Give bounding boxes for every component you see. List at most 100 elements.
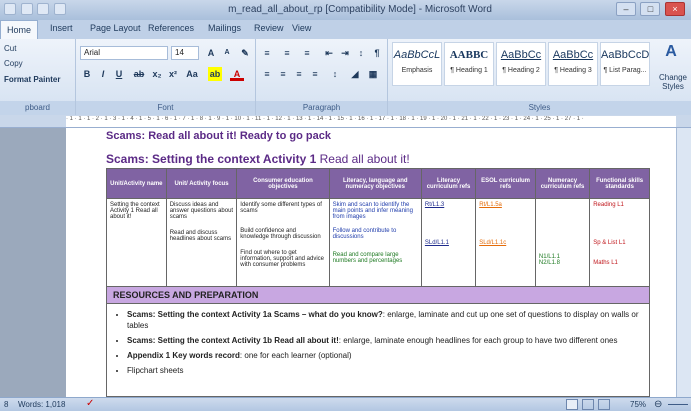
maximize-button[interactable]: □ [640, 2, 661, 16]
tab-view[interactable]: View [292, 23, 311, 33]
underline-icon[interactable]: U [112, 67, 126, 81]
minimize-button[interactable]: – [615, 2, 636, 16]
style-name: ¶ Heading 2 [502, 67, 540, 74]
tab-references[interactable]: References [148, 23, 194, 33]
horizontal-ruler[interactable]: · 1 · 1 · 1 · 2 · 1 · 3 · 1 · 4 · 1 · 5 … [0, 115, 691, 128]
sort-icon[interactable]: ↕ [354, 46, 368, 60]
proofing-icon[interactable]: ✓ [86, 398, 94, 409]
superscript-icon[interactable]: x² [166, 67, 180, 81]
table-header: Unit/ Activity focus [165, 168, 238, 199]
decrease-indent-icon[interactable]: ⇤ [322, 46, 336, 60]
bold-icon[interactable]: B [80, 67, 94, 81]
tab-review[interactable]: Review [254, 23, 284, 33]
style-heading-3[interactable]: AaBbCc ¶ Heading 3 [548, 42, 598, 86]
numbering-icon[interactable]: ≡ [280, 46, 294, 60]
list-item: Appendix 1 Key words record: one for eac… [127, 350, 643, 361]
table-header: Consumer education objectives [236, 168, 330, 199]
window-controls: – □ × [614, 2, 685, 18]
tab-insert[interactable]: Insert [50, 23, 73, 33]
align-center-icon[interactable]: ≡ [276, 67, 290, 81]
style-preview: AaBbCc [552, 49, 594, 61]
literacy-ref[interactable]: Rt/L1.3 [425, 202, 472, 208]
zoom-level[interactable]: 75% [630, 400, 646, 409]
full-screen-icon[interactable] [582, 399, 594, 410]
title-bar: m_read_all_about_rp [Compatibility Mode]… [0, 0, 691, 20]
justify-icon[interactable]: ≡ [308, 67, 322, 81]
subscript-icon[interactable]: x₂ [150, 67, 164, 81]
align-left-icon[interactable]: ≡ [260, 67, 274, 81]
list-item: Flipchart sheets [127, 365, 643, 376]
document-page[interactable]: Scams: Read all about it! Ready to go pa… [66, 128, 676, 397]
copy-button[interactable]: Copy [4, 59, 23, 68]
pilcrow-icon[interactable]: ¶ [370, 46, 384, 60]
tab-home[interactable]: Home [0, 20, 39, 39]
font-size-box[interactable]: 14 [171, 46, 199, 60]
esol-ref[interactable]: SLd/L1.1c [479, 240, 532, 246]
esol-ref[interactable]: Rt/L1.5a [479, 202, 532, 208]
font-color-icon[interactable]: A [230, 67, 244, 81]
borders-icon[interactable]: ▦ [366, 67, 380, 81]
strikethrough-icon[interactable]: ab [132, 67, 146, 81]
consumer-objective: Build confidence and knowledge through d… [240, 228, 321, 240]
style-preview: AaBbCcD [601, 49, 650, 61]
word-count[interactable]: Words: 1,018 [18, 400, 65, 409]
table-cell-esol: Rt/L1.5a SLd/L1.1c [475, 198, 536, 297]
table-cell-lln: Skim and scan to identify the main point… [328, 198, 422, 297]
style-list-paragraph[interactable]: AaBbCcD ¶ List Parag... [600, 42, 650, 86]
close-button[interactable]: × [665, 2, 685, 16]
shading-icon[interactable]: ◢ [348, 67, 362, 81]
focus-item: Read and discuss headlines about scams [169, 230, 232, 242]
style-name: ¶ Heading 3 [554, 67, 592, 74]
status-bar: 8 Words: 1,018 ✓ 75% ⊖ [0, 397, 691, 411]
lln-objective: Read and compare large numbers and perce… [332, 252, 403, 264]
resources-box: RESOURCES AND PREPARATION Scams: Setting… [106, 286, 650, 397]
save-icon[interactable] [20, 3, 33, 15]
table-header: Literacy curriculum refs [420, 168, 477, 199]
style-name: Emphasis [401, 67, 433, 74]
bullets-icon[interactable]: ≡ [260, 46, 274, 60]
office-button[interactable] [4, 3, 16, 15]
style-heading-1[interactable]: AABBC ¶ Heading 1 [444, 42, 494, 86]
zoom-slider[interactable] [668, 404, 688, 405]
consumer-objective: Identify some different types of scams [240, 202, 322, 214]
tab-page-layout[interactable]: Page Layout [90, 23, 141, 33]
table-header: Functional skills standards [589, 168, 650, 199]
page-number[interactable]: 8 [4, 400, 8, 409]
tab-mailings[interactable]: Mailings [208, 23, 241, 33]
print-layout-icon[interactable] [566, 399, 578, 410]
cut-button[interactable]: Cut [4, 44, 16, 53]
shrink-font-icon[interactable]: A [220, 46, 234, 60]
increase-indent-icon[interactable]: ⇥ [338, 46, 352, 60]
functional-standard: Maths L1 [593, 260, 618, 266]
highlight-icon[interactable]: ab [208, 67, 222, 81]
list-item: Scams: Setting the context Activity 1a S… [127, 309, 643, 331]
style-emphasis[interactable]: AaBbCcL Emphasis [392, 42, 442, 86]
change-styles-button[interactable]: Change Styles [656, 73, 690, 91]
change-case-icon[interactable]: Aa [182, 67, 202, 81]
line-spacing-icon[interactable]: ↕ [328, 67, 342, 81]
undo-icon[interactable] [37, 3, 50, 15]
list-item: Scams: Setting the context Activity 1b R… [127, 335, 643, 346]
clear-format-icon[interactable]: ✎ [238, 46, 252, 60]
multilevel-list-icon[interactable]: ≡ [300, 46, 314, 60]
font-name-box[interactable]: Arial [80, 46, 168, 60]
functional-standard: Sp & List L1 [593, 240, 626, 246]
resources-heading: RESOURCES AND PREPARATION [107, 287, 649, 304]
vertical-scrollbar[interactable] [676, 128, 691, 397]
align-right-icon[interactable]: ≡ [292, 67, 306, 81]
resource-detail: : enlarge, laminate enough headlines for… [338, 336, 618, 345]
italic-icon[interactable]: I [96, 67, 110, 81]
web-layout-icon[interactable] [598, 399, 610, 410]
styles-group: AaBbCcL Emphasis AABBC ¶ Heading 1 AaBbC… [388, 39, 691, 115]
focus-item: Discuss ideas and answer questions about… [169, 202, 234, 220]
table-header: Numeracy curriculum refs [534, 168, 591, 199]
zoom-out-icon[interactable]: ⊖ [654, 399, 662, 410]
format-painter-button[interactable]: Format Painter [4, 75, 60, 84]
style-heading-2[interactable]: AaBbCc ¶ Heading 2 [496, 42, 546, 86]
literacy-ref[interactable]: SLd/L1.1 [425, 240, 472, 246]
grow-font-icon[interactable]: A [204, 46, 218, 60]
numeracy-ref: N2/L1.8 [538, 260, 560, 266]
table-cell-functional: Reading L1 Sp & List L1 Maths L1 [589, 198, 650, 297]
redo-icon[interactable] [53, 3, 66, 15]
change-styles-icon[interactable]: A [664, 44, 678, 60]
